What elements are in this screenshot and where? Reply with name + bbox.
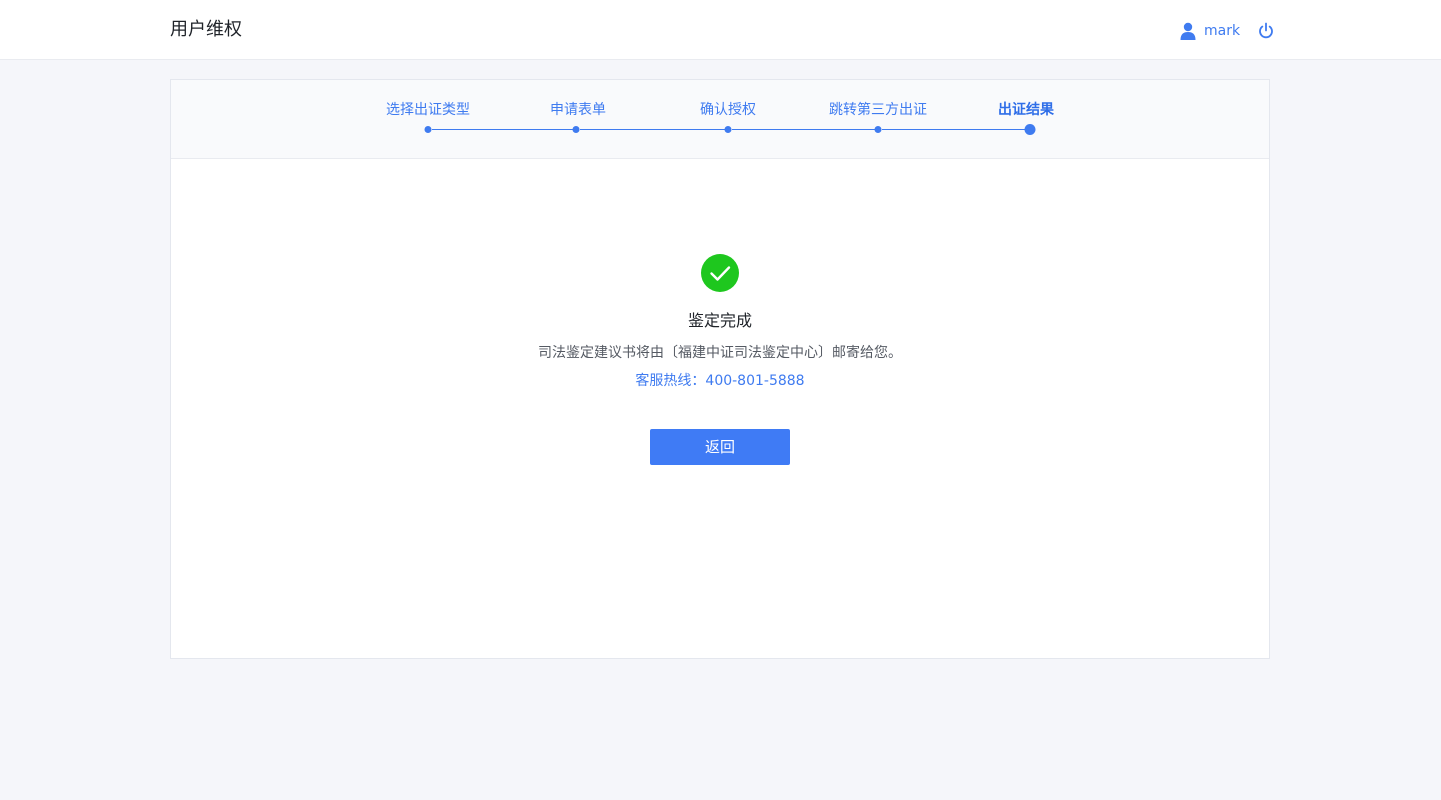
step-label-application-form: 申请表单	[550, 102, 606, 118]
result-description: 司法鉴定建议书将由〔福建中证司法鉴定中心〕邮寄给您。	[538, 345, 902, 361]
steps-bar: 选择出证类型 申请表单 确认授权 跳转第三方出证 出证结果	[171, 80, 1269, 159]
step-dot	[572, 126, 580, 133]
user-area: mark	[1180, 20, 1274, 42]
power-icon[interactable]	[1258, 22, 1274, 40]
result-title: 鉴定完成	[687, 311, 752, 330]
page-title: 用户维权	[170, 19, 242, 40]
step-label-result: 出证结果	[998, 102, 1054, 118]
check-circle-icon	[701, 254, 739, 292]
step-label-third-party: 跳转第三方出证	[829, 102, 927, 118]
step-dot-active	[1024, 124, 1036, 135]
username-link[interactable]: mark	[1204, 21, 1240, 41]
step-connector	[580, 129, 728, 130]
step-label-select-type: 选择出证类型	[386, 102, 470, 118]
step-label-confirm-auth: 确认授权	[700, 102, 756, 118]
service-hotline: 客服热线：400-801-5888	[635, 373, 805, 389]
top-header: 用户维权 mark	[0, 0, 1441, 60]
step-connector	[882, 129, 1029, 130]
step-dot	[424, 126, 432, 133]
step-dot	[874, 126, 882, 133]
back-button[interactable]: 返回	[650, 429, 790, 465]
step-connector	[432, 129, 577, 130]
step-connector	[732, 129, 878, 130]
main-card: 选择出证类型 申请表单 确认授权 跳转第三方出证 出证结果 鉴定完成 司法鉴定建…	[170, 79, 1270, 659]
user-icon	[1180, 22, 1196, 40]
result-panel: 鉴定完成 司法鉴定建议书将由〔福建中证司法鉴定中心〕邮寄给您。 客服热线：400…	[171, 254, 1269, 465]
step-dot	[724, 126, 732, 133]
